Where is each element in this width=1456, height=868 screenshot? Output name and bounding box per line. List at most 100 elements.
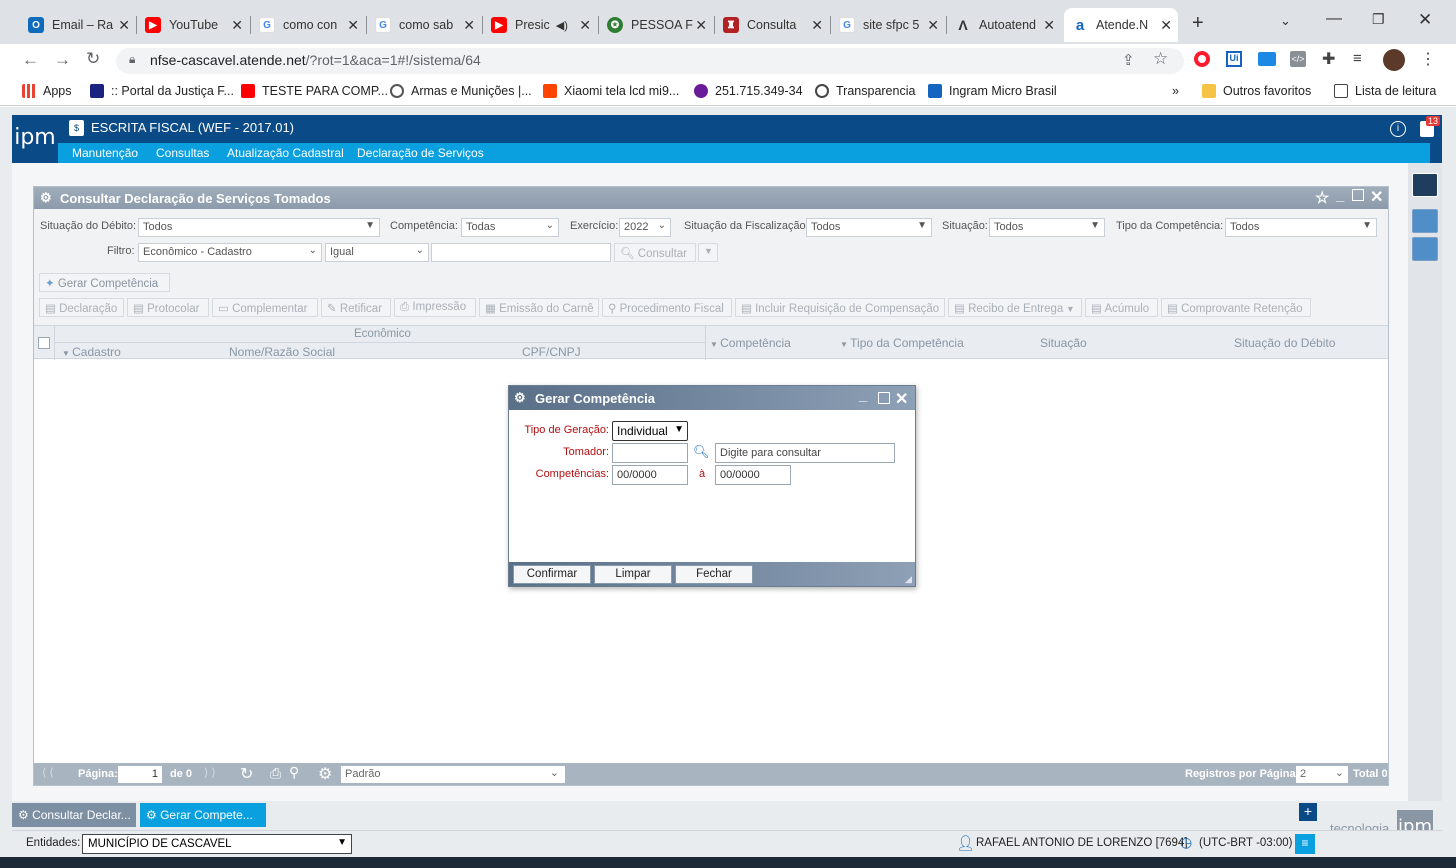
extension-icon[interactable] — [1258, 52, 1276, 66]
menu-consultas[interactable]: Consultas — [156, 146, 209, 160]
bookmark-item[interactable]: Xiaomi tela lcd mi9... — [543, 84, 679, 98]
consultar-dropdown-button[interactable]: ▼ — [698, 243, 718, 262]
browser-tab[interactable]: G site sfpc 5 ✕ — [831, 8, 945, 42]
browser-tab[interactable]: ▶ Presic ◀) ✕ — [483, 8, 597, 42]
close-icon[interactable]: ✕ — [695, 17, 707, 34]
competencia-select[interactable]: Todas ⌄ — [461, 218, 559, 237]
back-icon[interactable]: ← — [22, 50, 39, 70]
devtools-extension-icon[interactable]: </> — [1290, 51, 1306, 67]
situacao-fiscalizacao-select[interactable]: Todos ▼ — [806, 218, 932, 237]
entidades-select[interactable]: MUNICÍPIO DE CASCAVEL ▼ — [82, 834, 352, 854]
tab-search-icon[interactable]: ⌄ — [1280, 13, 1291, 29]
menu-dots-icon[interactable]: ⋮ — [1420, 49, 1436, 69]
task-consultar-declaracao[interactable]: ⚙ Consultar Declar... — [12, 803, 136, 827]
consultar-button[interactable]: 🔍︎ Consultar — [614, 243, 696, 262]
bookmark-item[interactable]: 251.715.349-34 — [694, 84, 803, 98]
close-icon[interactable]: ✕ — [1370, 187, 1383, 207]
column-tipo-competencia[interactable]: ▼ Tipo da Competência — [840, 336, 964, 350]
comprovante-retencao-button[interactable]: ▤ Comprovante Retenção — [1161, 298, 1311, 317]
layout-select[interactable]: Padrão ⌄ — [341, 766, 565, 783]
acumulo-button[interactable]: ▤ Acúmulo — [1085, 298, 1158, 317]
close-icon[interactable]: ✕ — [118, 17, 130, 34]
menu-manutencao[interactable]: Manutenção — [72, 146, 138, 160]
opera-extension-icon[interactable] — [1194, 51, 1210, 67]
lock-icon[interactable]: 🔒︎ — [129, 52, 135, 67]
next-page-icon[interactable]: ⟩ ⟩ — [204, 766, 216, 779]
close-icon[interactable]: ✕ — [1043, 17, 1055, 34]
menu-declaracao-servicos[interactable]: Declaração de Serviços — [357, 146, 484, 160]
browser-tab[interactable]: G como sab ✕ — [367, 8, 481, 42]
bookmark-item[interactable]: :: Portal da Justiça F... — [90, 84, 234, 98]
reading-list[interactable]: Lista de leitura — [1334, 84, 1436, 98]
close-icon[interactable]: ✕ — [579, 17, 591, 34]
windows-icon[interactable] — [1412, 173, 1438, 197]
browser-tab[interactable]: ♜ Consulta ✕ — [715, 8, 829, 42]
procedimento-fiscal-button[interactable]: ⚲ Procedimento Fiscal — [602, 298, 732, 317]
close-icon[interactable]: ✕ — [811, 17, 823, 34]
bookmark-item[interactable]: TESTE PARA COMP... — [241, 84, 388, 98]
tipo-geracao-select[interactable]: Individual ▼ — [612, 421, 688, 441]
exercicio-select[interactable]: 2022 ⌄ — [619, 218, 671, 237]
restore-icon[interactable]: ❐ — [1372, 11, 1385, 28]
filtro-select[interactable]: Econômico - Cadastro ⌄ — [138, 243, 322, 262]
more-bookmarks[interactable]: » — [1172, 84, 1179, 98]
bookmark-item[interactable]: Armas e Munições |... — [390, 84, 532, 98]
media-icon[interactable]: ≡ — [1353, 50, 1362, 67]
column-cpf-cnpj[interactable]: CPF/CNPJ — [522, 345, 581, 359]
browser-tab[interactable]: O Email – Ra ✕ — [20, 8, 136, 42]
close-icon[interactable]: ✕ — [927, 17, 939, 34]
resize-grip-icon[interactable]: ◢ — [905, 574, 912, 585]
ui-extension-icon[interactable]: Ui — [1226, 51, 1242, 67]
other-favorites[interactable]: Outros favoritos — [1202, 84, 1311, 98]
folder-icon[interactable] — [1412, 237, 1438, 261]
competencia-from-input[interactable]: 00/0000 — [612, 465, 688, 485]
column-cadastro[interactable]: ▼ Cadastro — [62, 345, 121, 359]
avatar[interactable] — [1383, 49, 1405, 71]
info-icon[interactable]: i — [1390, 121, 1406, 137]
close-icon[interactable]: ✕ — [1160, 17, 1172, 34]
column-competencia[interactable]: ▼ Competência — [710, 336, 791, 350]
minimize-icon[interactable]: — — [1326, 10, 1342, 28]
page-input[interactable]: 1 — [118, 766, 162, 783]
menu-icon[interactable]: ≡ — [1295, 834, 1315, 854]
confirmar-button[interactable]: Confirmar — [513, 565, 591, 584]
tomador-search-input[interactable]: Digite para consultar — [715, 443, 895, 463]
tipo-competencia-select[interactable]: Todos ▼ — [1225, 218, 1377, 237]
competencia-to-input[interactable]: 00/0000 — [715, 465, 791, 485]
column-situacao[interactable]: Situação — [1040, 336, 1087, 350]
gerar-competencia-button[interactable]: ✦ Gerar Competência — [39, 273, 170, 292]
menu-atualizacao-cadastral[interactable]: Atualização Cadastral — [227, 146, 344, 160]
close-icon[interactable]: ✕ — [463, 17, 475, 34]
browser-tab[interactable]: ▶ YouTube ✕ — [137, 8, 249, 42]
per-page-select[interactable]: 2 ⌄ — [1296, 766, 1348, 783]
browser-tab-active[interactable]: a Atende.N ✕ — [1064, 8, 1178, 42]
operator-select[interactable]: Igual ⌄ — [325, 243, 429, 262]
limpar-button[interactable]: Limpar — [594, 565, 672, 584]
bookmark-item[interactable]: Ingram Micro Brasil — [928, 84, 1057, 98]
select-all-checkbox[interactable] — [38, 337, 50, 349]
filter-value-input[interactable] — [431, 243, 611, 262]
recibo-entrega-button[interactable]: ▤ Recibo de Entrega ▼ — [948, 298, 1082, 317]
close-icon[interactable]: ✕ — [231, 17, 243, 34]
reload-icon[interactable]: ↻ — [86, 49, 100, 69]
close-icon[interactable]: ✕ — [347, 17, 359, 34]
refresh-icon[interactable]: ↻ — [240, 764, 253, 784]
speaker-icon[interactable]: ◀) — [556, 19, 568, 32]
column-nome[interactable]: Nome/Razão Social — [229, 345, 335, 359]
zoom-icon[interactable]: ⚲ — [289, 764, 299, 781]
favorite-star-icon[interactable]: ☆ — [1315, 188, 1329, 208]
maximize-icon[interactable] — [1352, 189, 1364, 201]
emissao-carne-button[interactable]: ▦ Emissão do Carnê — [479, 298, 599, 317]
tomador-code-input[interactable] — [612, 443, 688, 463]
declaracao-button[interactable]: ▤ Declaração — [39, 298, 124, 317]
close-window-icon[interactable]: ✕ — [1418, 10, 1432, 30]
maximize-icon[interactable] — [878, 392, 890, 404]
search-icon[interactable]: 🔍︎ — [693, 444, 710, 460]
minimize-icon[interactable]: _ — [859, 387, 867, 404]
share-icon[interactable]: ⇪ — [1122, 51, 1135, 69]
browser-tab[interactable]: G como con ✕ — [251, 8, 365, 42]
bookmark-apps[interactable]: Apps — [22, 84, 72, 98]
new-tab-icon[interactable]: + — [1192, 12, 1204, 35]
protocolar-button[interactable]: ▤ Protocolar — [127, 298, 209, 317]
first-page-icon[interactable]: ⟨ ⟨ — [42, 766, 54, 779]
